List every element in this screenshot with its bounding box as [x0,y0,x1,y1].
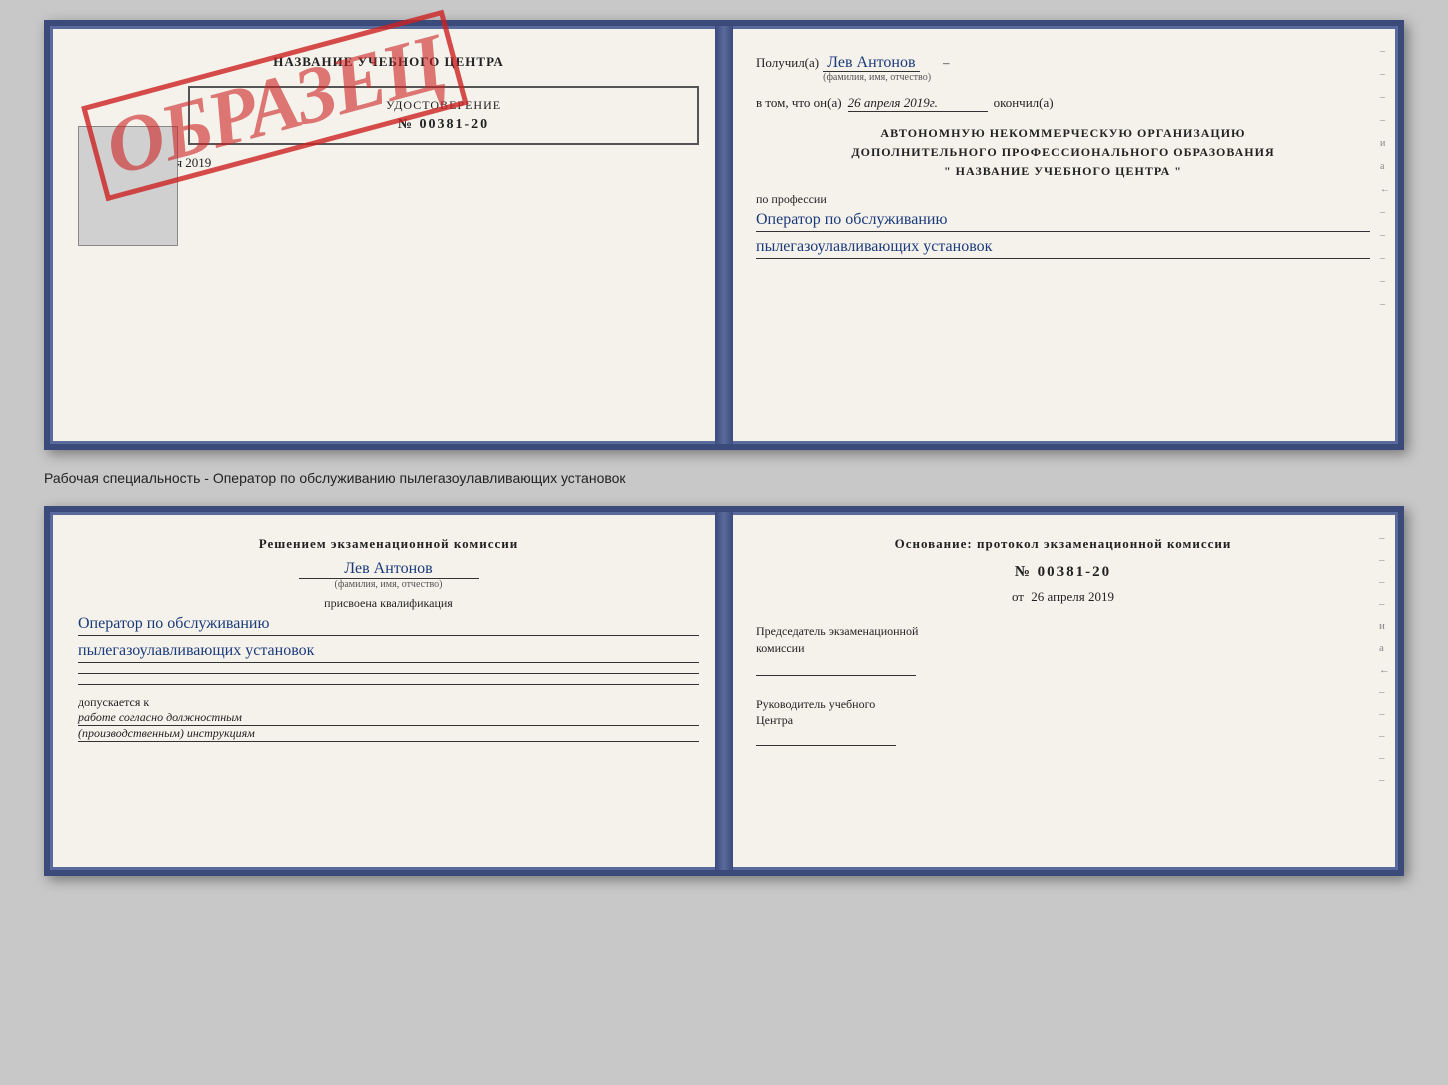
profession-value1: Оператор по обслуживанию [756,211,1370,232]
date-completion-line: в том, что он(а) 26 апреля 2019г. окончи… [756,95,1370,112]
chairman-label: Председатель экзаменационной комиссии [756,623,1370,657]
org-line3: " НАЗВАНИЕ УЧЕБНОГО ЦЕНТРА " [756,162,1370,181]
qualification-label: присвоена квалификация [78,596,699,611]
commission-header: Решением экзаменационной комиссии [78,536,699,552]
date-value: 26 апреля 2019г. [848,95,988,112]
fio-sub-bottom: (фамилия, имя, отчество) [78,579,699,590]
right-page-top: Получил(а) Лев Антонов (фамилия, имя, от… [724,26,1398,444]
profession-value2: пылегазоулавливающих установок [756,238,1370,259]
chairman-line1: Председатель экзаменационной [756,623,1370,640]
book-spine-bottom [715,512,733,870]
допускается-value2: (производственным) инструкциям [78,726,699,742]
ot-label: от [1012,589,1024,604]
middle-label: Рабочая специальность - Оператор по обсл… [44,466,1404,490]
left-page-top: НАЗВАНИЕ УЧЕБНОГО ЦЕНТРА ОБРАЗЕЦ УДОСТОВ… [50,26,724,444]
right-dashes: – – – – и а ← – – – – – [1380,46,1390,310]
org-text: АВТОНОМНУЮ НЕКОММЕРЧЕСКУЮ ОРГАНИЗАЦИЮ ДО… [756,124,1370,182]
protocol-number: № 00381-20 [756,564,1370,581]
head-line1: Руководитель учебного [756,696,1370,713]
chairman-line2: комиссии [756,640,1370,657]
head-line2: Центра [756,712,1370,729]
fio-hint-top: (фамилия, имя, отчество) [823,72,931,83]
допускается-text: допускается к работе согласно должностны… [78,695,699,742]
book-spine [715,26,733,444]
cert-type-box: УДОСТОВЕРЕНИЕ № 00381-20 [188,86,699,145]
blank-line-2 [78,684,699,685]
chairman-sig-line [756,675,916,676]
photo-placeholder [78,126,178,246]
received-line: Получил(а) Лев Антонов (фамилия, имя, от… [756,54,1370,83]
cert-number: № 00381-20 [204,117,683,133]
school-name-header: НАЗВАНИЕ УЧЕБНОГО ЦЕНТРА [78,54,699,70]
qual-value2: пылегазоулавливающих установок [78,642,699,663]
qual-value1: Оператор по обслуживанию [78,615,699,636]
head-sig-line [756,745,896,746]
person-name-bottom: Лев Антонов [299,560,479,579]
vertical-letters-bottom: – – – – и а ← – – – – – [1379,532,1390,786]
osnov-header: Основание: протокол экзаменационной коми… [756,536,1370,552]
org-line2: ДОПОЛНИТЕЛЬНОГО ПРОФЕССИОНАЛЬНОГО ОБРАЗО… [756,143,1370,162]
допускается-value1: работе согласно должностным [78,710,699,726]
certificate-bottom: Решением экзаменационной комиссии Лев Ан… [44,506,1404,876]
cert-type-label: УДОСТОВЕРЕНИЕ [204,98,683,113]
org-line1: АВТОНОМНУЮ НЕКОММЕРЧЕСКУЮ ОРГАНИЗАЦИЮ [756,124,1370,143]
received-name: Лев Антонов [823,54,919,72]
bottom-right-page: Основание: протокол экзаменационной коми… [724,512,1398,870]
ot-date: от 26 апреля 2019 [756,589,1370,605]
date-suffix: окончил(а) [994,95,1054,111]
received-prefix: Получил(а) [756,55,819,71]
bottom-left-page: Решением экзаменационной комиссии Лев Ан… [50,512,724,870]
certificate-top: НАЗВАНИЕ УЧЕБНОГО ЦЕНТРА ОБРАЗЕЦ УДОСТОВ… [44,20,1404,450]
ot-date-value: 26 апреля 2019 [1031,589,1114,604]
blank-line-1 [78,673,699,674]
profession-label: по профессии [756,192,1370,207]
head-label: Руководитель учебного Центра [756,696,1370,730]
date-prefix: в том, что он(а) [756,95,842,111]
